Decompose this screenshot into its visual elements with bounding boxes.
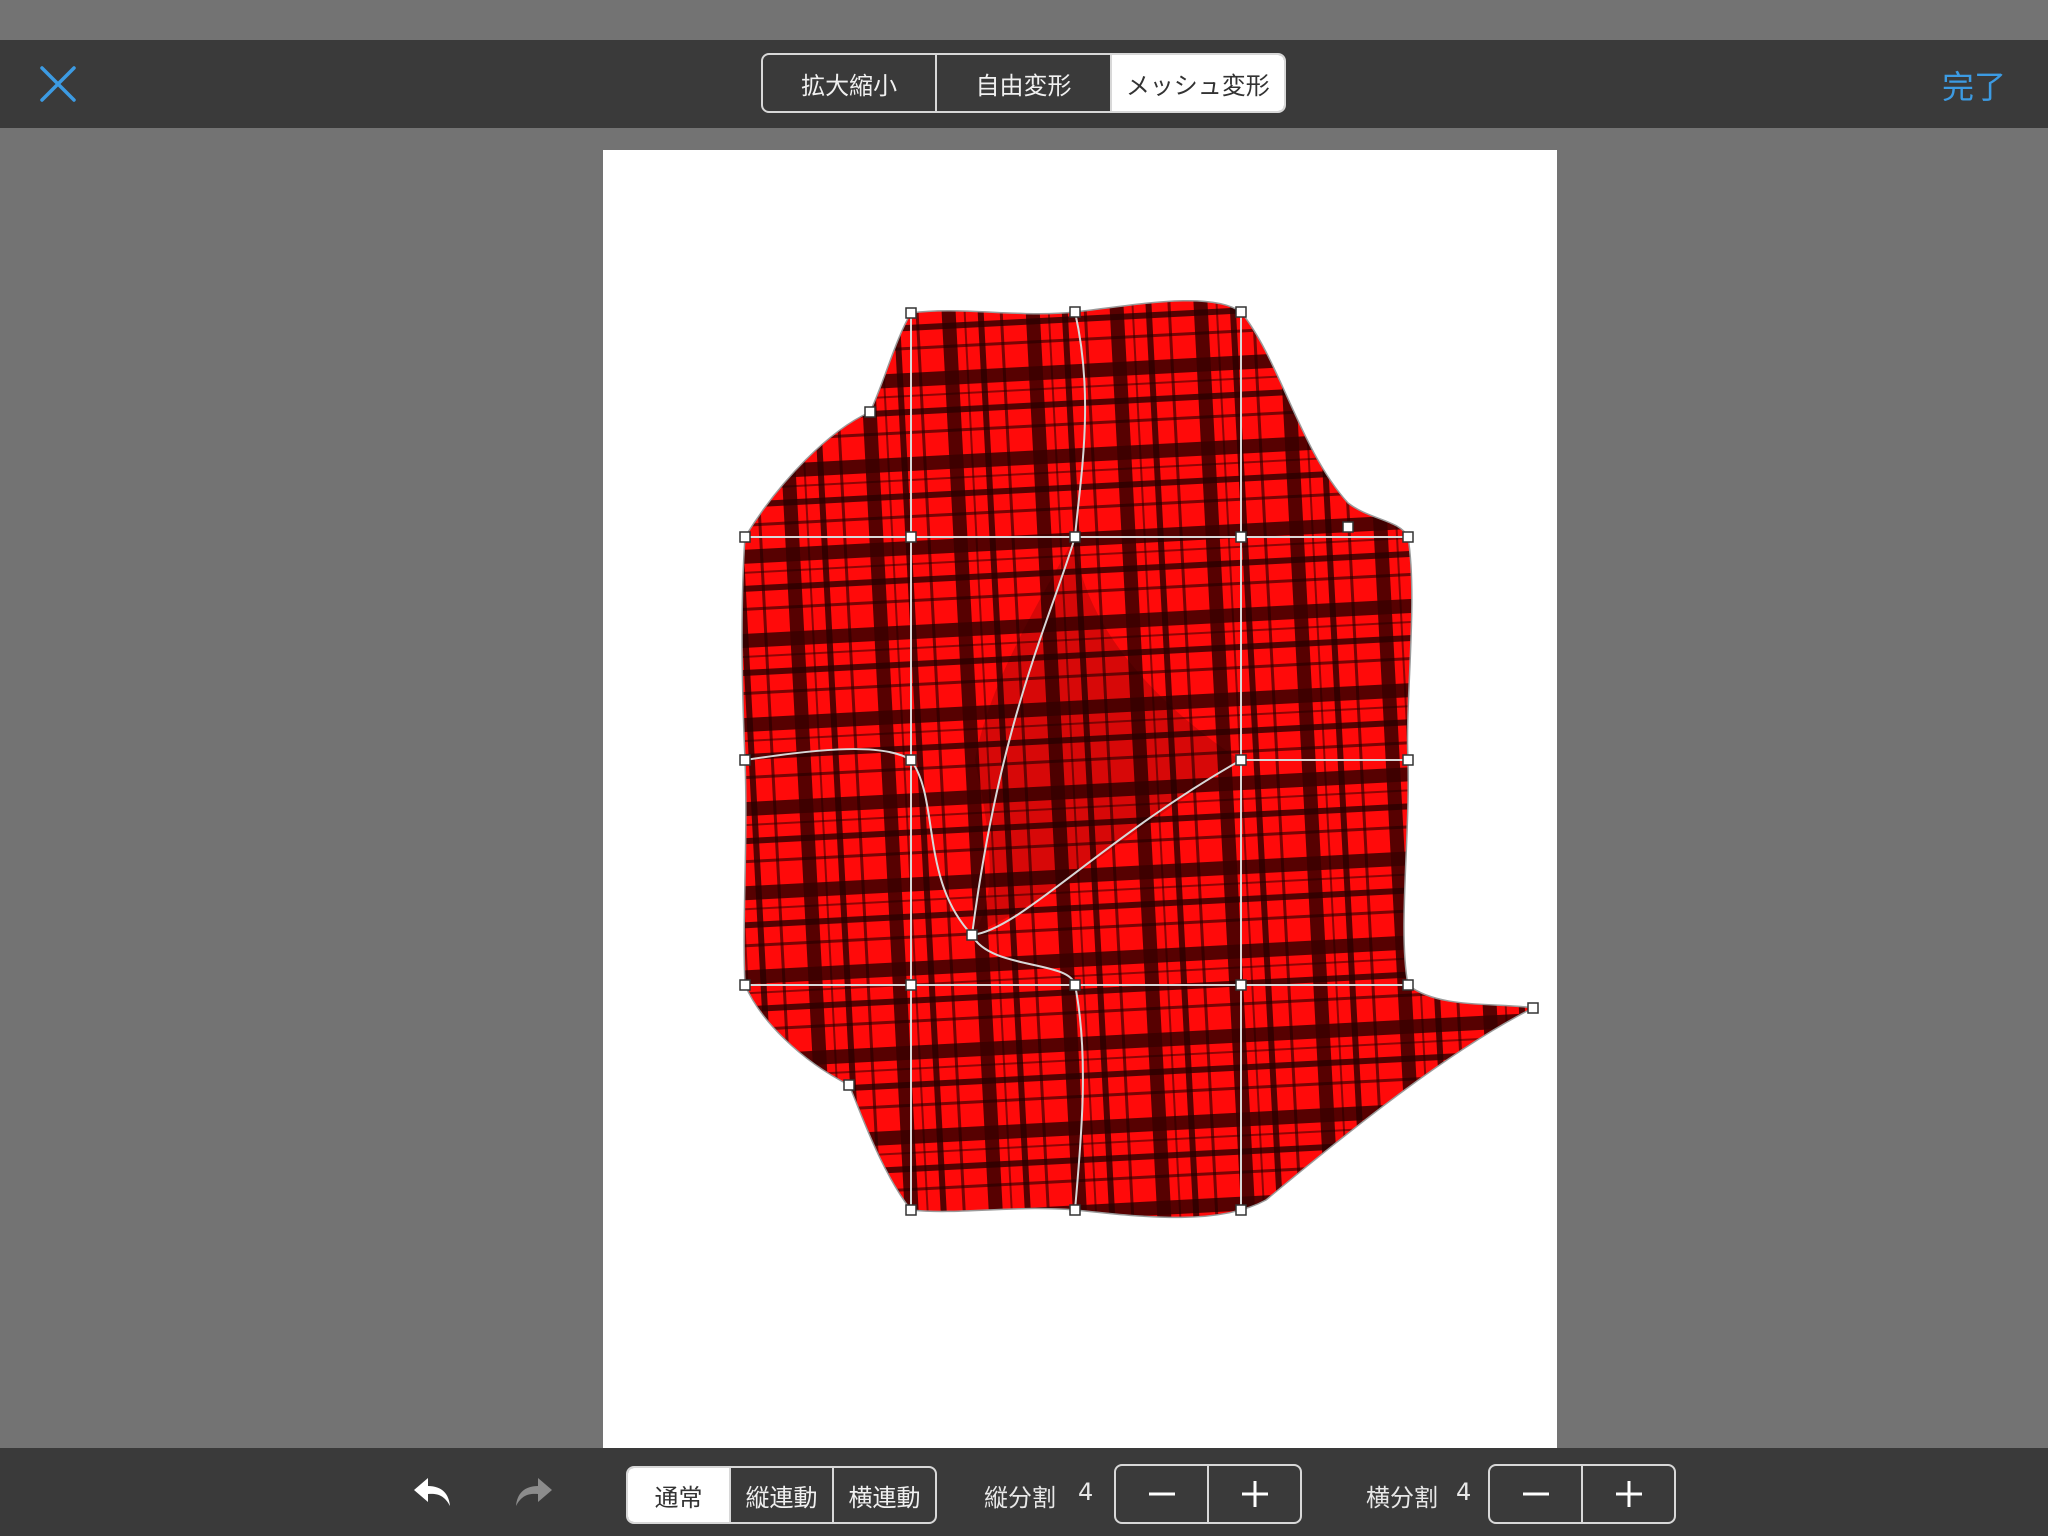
tab-free-transform[interactable]: 自由変形 xyxy=(937,55,1112,111)
redo-icon xyxy=(516,1478,552,1506)
tab-mesh-transform[interactable]: メッシュ変形 xyxy=(1111,55,1284,111)
close-button[interactable] xyxy=(36,62,80,106)
vertical-division-stepper xyxy=(1114,1464,1302,1524)
undo-icon xyxy=(414,1478,450,1506)
close-icon xyxy=(40,66,76,102)
plus-icon xyxy=(1241,1481,1268,1507)
horizontal-minus-button[interactable] xyxy=(1490,1466,1583,1522)
undo-button[interactable] xyxy=(408,1468,456,1516)
horizontal-division-value: 4 xyxy=(1456,1478,1472,1506)
plus-icon xyxy=(1615,1481,1642,1507)
horizontal-division-stepper xyxy=(1488,1464,1676,1524)
vertical-plus-button[interactable] xyxy=(1209,1466,1300,1522)
transform-mode-control: 拡大縮小 自由変形 メッシュ変形 xyxy=(761,53,1286,113)
canvas-paper xyxy=(603,150,1557,1448)
vertical-division-value: 4 xyxy=(1078,1478,1094,1506)
tab-vertical-link[interactable]: 縦連動 xyxy=(731,1468,834,1522)
top-toolbar: 拡大縮小 自由変形 メッシュ変形 完了 xyxy=(0,40,2048,128)
vertical-division-label: 縦分割 xyxy=(984,1484,1056,1512)
tab-scale[interactable]: 拡大縮小 xyxy=(763,55,938,111)
vertical-minus-button[interactable] xyxy=(1116,1466,1209,1522)
bottom-toolbar: 通常 縦連動 横連動 縦分割 4 横分割 4 xyxy=(0,1448,2048,1536)
minus-icon xyxy=(1148,1492,1175,1496)
done-button[interactable]: 完了 xyxy=(1942,62,2006,108)
redo-button[interactable] xyxy=(510,1468,558,1516)
horizontal-plus-button[interactable] xyxy=(1583,1466,1674,1522)
horizontal-division-label: 横分割 xyxy=(1366,1484,1438,1512)
tab-horizontal-link[interactable]: 横連動 xyxy=(834,1468,935,1522)
minus-icon xyxy=(1522,1492,1549,1496)
tab-normal[interactable]: 通常 xyxy=(628,1468,731,1522)
link-mode-control: 通常 縦連動 横連動 xyxy=(626,1466,937,1524)
status-strip xyxy=(0,0,2048,40)
